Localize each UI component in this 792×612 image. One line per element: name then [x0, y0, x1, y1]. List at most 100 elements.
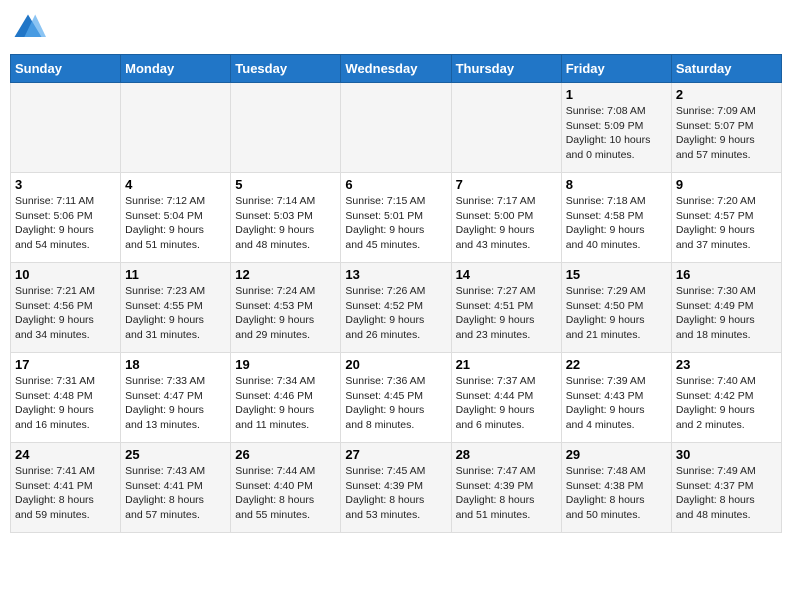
day-info: Sunrise: 7:33 AM Sunset: 4:47 PM Dayligh…	[125, 374, 226, 433]
day-cell: 15 Sunrise: 7:29 AM Sunset: 4:50 PM Dayli…	[561, 263, 671, 353]
day-number: 6	[345, 177, 446, 192]
day-info: Sunrise: 7:40 AM Sunset: 4:42 PM Dayligh…	[676, 374, 777, 433]
week-row-2: 3Sunrise: 7:11 AM Sunset: 5:06 PM Daylig…	[11, 173, 782, 263]
day-header-saturday: Saturday	[671, 55, 781, 83]
day-cell: 11 Sunrise: 7:23 AM Sunset: 4:55 PM Dayli…	[121, 263, 231, 353]
day-cell: 23 Sunrise: 7:40 AM Sunset: 4:42 PM Dayli…	[671, 353, 781, 443]
day-cell: 18Sunrise: 7:33 AM Sunset: 4:47 PM Dayli…	[121, 353, 231, 443]
day-cell: 10 Sunrise: 7:21 AM Sunset: 4:56 PM Dayli…	[11, 263, 121, 353]
day-info: Sunrise: 7:39 AM Sunset: 4:43 PM Dayligh…	[566, 374, 667, 433]
day-cell: 3Sunrise: 7:11 AM Sunset: 5:06 PM Daylig…	[11, 173, 121, 263]
day-info: Sunrise: 7:11 AM Sunset: 5:06 PM Dayligh…	[15, 194, 116, 253]
day-cell: 30 Sunrise: 7:49 AM Sunset: 4:37 PM Dayli…	[671, 443, 781, 533]
day-number: 12	[235, 267, 336, 282]
day-info: Sunrise: 7:48 AM Sunset: 4:38 PM Dayligh…	[566, 464, 667, 523]
calendar-table: SundayMondayTuesdayWednesdayThursdayFrid…	[10, 54, 782, 533]
day-number: 8	[566, 177, 667, 192]
day-number: 26	[235, 447, 336, 462]
day-cell: 19Sunrise: 7:34 AM Sunset: 4:46 PM Dayli…	[231, 353, 341, 443]
day-number: 9	[676, 177, 777, 192]
day-info: Sunrise: 7:43 AM Sunset: 4:41 PM Dayligh…	[125, 464, 226, 523]
day-info: Sunrise: 7:37 AM Sunset: 4:44 PM Dayligh…	[456, 374, 557, 433]
day-cell: 1 Sunrise: 7:08 AM Sunset: 5:09 PM Daylig…	[561, 83, 671, 173]
day-cell	[231, 83, 341, 173]
day-cell: 5 Sunrise: 7:14 AM Sunset: 5:03 PM Daylig…	[231, 173, 341, 263]
day-cell: 13 Sunrise: 7:26 AM Sunset: 4:52 PM Dayli…	[341, 263, 451, 353]
day-cell: 20 Sunrise: 7:36 AM Sunset: 4:45 PM Dayli…	[341, 353, 451, 443]
day-cell: 21 Sunrise: 7:37 AM Sunset: 4:44 PM Dayli…	[451, 353, 561, 443]
day-header-wednesday: Wednesday	[341, 55, 451, 83]
day-info: Sunrise: 7:12 AM Sunset: 5:04 PM Dayligh…	[125, 194, 226, 253]
day-cell: 7Sunrise: 7:17 AM Sunset: 5:00 PM Daylig…	[451, 173, 561, 263]
day-cell: 6 Sunrise: 7:15 AM Sunset: 5:01 PM Daylig…	[341, 173, 451, 263]
day-info: Sunrise: 7:44 AM Sunset: 4:40 PM Dayligh…	[235, 464, 336, 523]
day-number: 4	[125, 177, 226, 192]
day-header-friday: Friday	[561, 55, 671, 83]
day-info: Sunrise: 7:47 AM Sunset: 4:39 PM Dayligh…	[456, 464, 557, 523]
day-cell: 4 Sunrise: 7:12 AM Sunset: 5:04 PM Daylig…	[121, 173, 231, 263]
day-info: Sunrise: 7:23 AM Sunset: 4:55 PM Dayligh…	[125, 284, 226, 343]
header-row: SundayMondayTuesdayWednesdayThursdayFrid…	[11, 55, 782, 83]
calendar-body: 1 Sunrise: 7:08 AM Sunset: 5:09 PM Daylig…	[11, 83, 782, 533]
day-cell	[341, 83, 451, 173]
day-cell: 29 Sunrise: 7:48 AM Sunset: 4:38 PM Dayli…	[561, 443, 671, 533]
day-number: 11	[125, 267, 226, 282]
day-info: Sunrise: 7:15 AM Sunset: 5:01 PM Dayligh…	[345, 194, 446, 253]
day-number: 20	[345, 357, 446, 372]
day-number: 5	[235, 177, 336, 192]
week-row-5: 24 Sunrise: 7:41 AM Sunset: 4:41 PM Dayli…	[11, 443, 782, 533]
day-info: Sunrise: 7:29 AM Sunset: 4:50 PM Dayligh…	[566, 284, 667, 343]
day-cell	[11, 83, 121, 173]
day-info: Sunrise: 7:21 AM Sunset: 4:56 PM Dayligh…	[15, 284, 116, 343]
day-number: 30	[676, 447, 777, 462]
day-cell	[451, 83, 561, 173]
day-info: Sunrise: 7:20 AM Sunset: 4:57 PM Dayligh…	[676, 194, 777, 253]
header	[10, 10, 782, 46]
week-row-3: 10 Sunrise: 7:21 AM Sunset: 4:56 PM Dayli…	[11, 263, 782, 353]
day-cell: 8 Sunrise: 7:18 AM Sunset: 4:58 PM Daylig…	[561, 173, 671, 263]
day-cell: 22 Sunrise: 7:39 AM Sunset: 4:43 PM Dayli…	[561, 353, 671, 443]
day-info: Sunrise: 7:27 AM Sunset: 4:51 PM Dayligh…	[456, 284, 557, 343]
day-info: Sunrise: 7:14 AM Sunset: 5:03 PM Dayligh…	[235, 194, 336, 253]
day-cell: 27 Sunrise: 7:45 AM Sunset: 4:39 PM Dayli…	[341, 443, 451, 533]
day-number: 29	[566, 447, 667, 462]
day-number: 13	[345, 267, 446, 282]
week-row-1: 1 Sunrise: 7:08 AM Sunset: 5:09 PM Daylig…	[11, 83, 782, 173]
day-info: Sunrise: 7:30 AM Sunset: 4:49 PM Dayligh…	[676, 284, 777, 343]
day-cell: 17Sunrise: 7:31 AM Sunset: 4:48 PM Dayli…	[11, 353, 121, 443]
day-number: 21	[456, 357, 557, 372]
day-cell: 28Sunrise: 7:47 AM Sunset: 4:39 PM Dayli…	[451, 443, 561, 533]
day-header-monday: Monday	[121, 55, 231, 83]
day-info: Sunrise: 7:26 AM Sunset: 4:52 PM Dayligh…	[345, 284, 446, 343]
day-cell: 24 Sunrise: 7:41 AM Sunset: 4:41 PM Dayli…	[11, 443, 121, 533]
day-cell: 9 Sunrise: 7:20 AM Sunset: 4:57 PM Daylig…	[671, 173, 781, 263]
day-cell: 26 Sunrise: 7:44 AM Sunset: 4:40 PM Dayli…	[231, 443, 341, 533]
day-info: Sunrise: 7:08 AM Sunset: 5:09 PM Dayligh…	[566, 104, 667, 163]
day-number: 23	[676, 357, 777, 372]
day-number: 10	[15, 267, 116, 282]
day-info: Sunrise: 7:36 AM Sunset: 4:45 PM Dayligh…	[345, 374, 446, 433]
day-info: Sunrise: 7:09 AM Sunset: 5:07 PM Dayligh…	[676, 104, 777, 163]
logo-icon	[10, 10, 46, 46]
day-info: Sunrise: 7:45 AM Sunset: 4:39 PM Dayligh…	[345, 464, 446, 523]
day-number: 2	[676, 87, 777, 102]
day-info: Sunrise: 7:17 AM Sunset: 5:00 PM Dayligh…	[456, 194, 557, 253]
day-info: Sunrise: 7:34 AM Sunset: 4:46 PM Dayligh…	[235, 374, 336, 433]
day-info: Sunrise: 7:31 AM Sunset: 4:48 PM Dayligh…	[15, 374, 116, 433]
day-number: 25	[125, 447, 226, 462]
day-number: 24	[15, 447, 116, 462]
day-number: 27	[345, 447, 446, 462]
day-number: 1	[566, 87, 667, 102]
week-row-4: 17Sunrise: 7:31 AM Sunset: 4:48 PM Dayli…	[11, 353, 782, 443]
day-number: 22	[566, 357, 667, 372]
calendar-header: SundayMondayTuesdayWednesdayThursdayFrid…	[11, 55, 782, 83]
day-cell: 2 Sunrise: 7:09 AM Sunset: 5:07 PM Daylig…	[671, 83, 781, 173]
day-number: 15	[566, 267, 667, 282]
day-info: Sunrise: 7:24 AM Sunset: 4:53 PM Dayligh…	[235, 284, 336, 343]
day-info: Sunrise: 7:18 AM Sunset: 4:58 PM Dayligh…	[566, 194, 667, 253]
day-info: Sunrise: 7:49 AM Sunset: 4:37 PM Dayligh…	[676, 464, 777, 523]
day-cell: 16 Sunrise: 7:30 AM Sunset: 4:49 PM Dayli…	[671, 263, 781, 353]
day-number: 14	[456, 267, 557, 282]
day-info: Sunrise: 7:41 AM Sunset: 4:41 PM Dayligh…	[15, 464, 116, 523]
day-number: 16	[676, 267, 777, 282]
